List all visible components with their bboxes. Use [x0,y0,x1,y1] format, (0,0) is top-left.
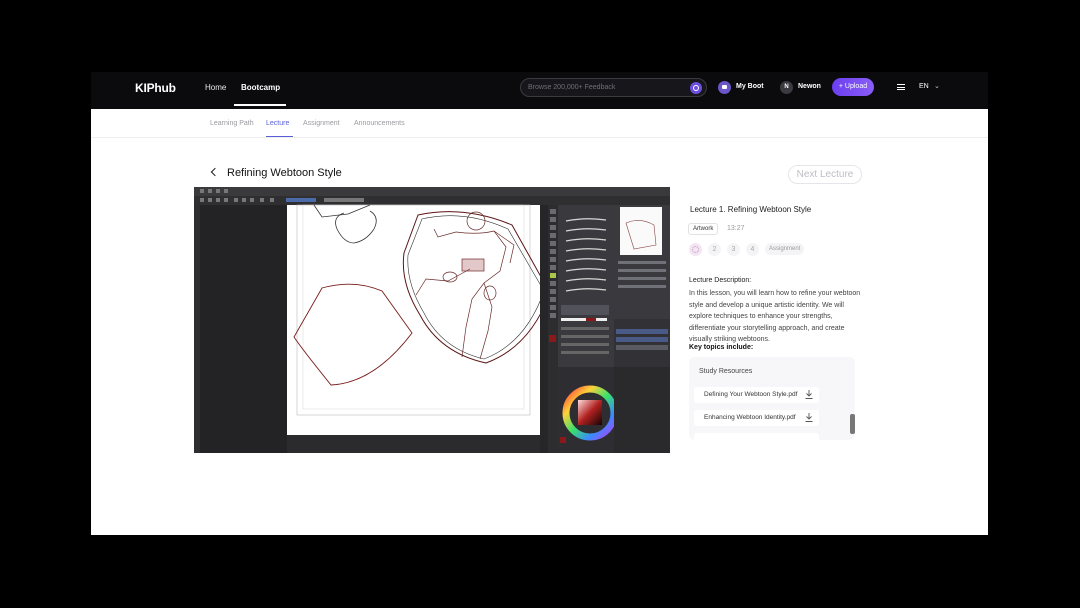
tab-announcements[interactable]: Announcements [354,120,405,127]
tab-lecture[interactable]: Lecture [266,120,289,127]
language-selector[interactable]: EN [919,83,929,90]
nav-bootcamp[interactable]: Bootcamp [241,83,280,92]
tab-active-indicator [266,136,293,137]
my-boot-link[interactable]: My Boot [736,83,764,90]
lecture-heading: Lecture 1. Refining Webtoon Style [690,205,812,214]
search-bar[interactable]: Browse 200,000+ Feedback [520,78,707,97]
assignment-step[interactable]: Assignment [765,243,805,255]
resource-item[interactable]: Enhancing Webtoon Identity.pdf [694,410,819,426]
resource-name[interactable]: Enhancing Webtoon Identity.pdf [704,414,796,421]
next-lecture-button[interactable]: Next Lecture [788,165,862,184]
lecture-step-1[interactable] [689,243,702,256]
page-title: Refining Webtoon Style [227,167,342,179]
my-boot-icon[interactable] [718,81,731,94]
nav-active-indicator [234,104,286,106]
download-icon[interactable] [805,413,813,422]
resources-scrollbar[interactable] [850,414,855,434]
lecture-duration: 13:27 [727,225,745,232]
tab-learning-path[interactable]: Learning Path [210,120,254,127]
resource-name[interactable]: Defining Your Webtoon Style.pdf [704,391,797,398]
menu-icon[interactable] [897,84,905,90]
description-heading: Lecture Description: [689,277,752,284]
chevron-left-icon[interactable] [210,167,220,177]
resource-item[interactable]: Defining Your Webtoon Style.pdf [694,387,819,403]
category-tag: Artwork [688,223,719,235]
description-text: In this lesson, you will learn how to re… [689,290,861,343]
avatar[interactable]: N [780,81,793,94]
key-topics-heading: Key topics include: [689,344,754,351]
user-name[interactable]: Newon [798,83,821,90]
search-input[interactable]: Browse 200,000+ Feedback [528,84,615,91]
bootcamp-tabs: Learning Path Lecture Assignment Announc… [91,109,988,138]
nav-home[interactable]: Home [205,83,226,92]
study-resources-panel[interactable]: Study Resources Defining Your Webtoon St… [689,357,855,440]
video-frame [194,187,670,453]
chevron-down-icon[interactable]: ⌄ [934,82,940,90]
video-player[interactable] [194,187,670,453]
download-icon[interactable] [805,390,813,399]
app-window: KIPhub Home Bootcamp Browse 200,000+ Fee… [91,72,988,535]
top-navigation-bar: KIPhub Home Bootcamp Browse 200,000+ Fee… [91,72,988,109]
tab-assignment[interactable]: Assignment [303,120,340,127]
lecture-step-4[interactable]: 4 [746,243,759,256]
lecture-step-3[interactable]: 3 [727,243,740,256]
resources-title: Study Resources [699,368,753,375]
search-icon[interactable] [690,82,702,94]
lecture-step-2[interactable]: 2 [708,243,721,256]
app-logo[interactable]: KIPhub [135,81,176,95]
resource-item[interactable] [694,433,819,440]
upload-button[interactable]: + Upload [832,78,874,96]
